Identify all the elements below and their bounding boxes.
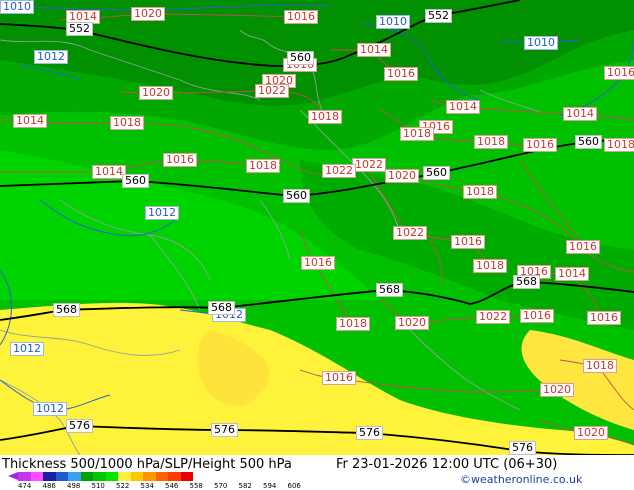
legend-swatch [43, 472, 56, 481]
slp-label: 1016 [520, 309, 554, 323]
slp-label: 1018 [110, 116, 144, 130]
height-label: 576 [211, 423, 238, 437]
slp-label: 1020 [139, 86, 173, 100]
height-label: 576 [509, 441, 536, 455]
legend-tick: 594 [263, 482, 277, 490]
slp-label: 1016 [301, 256, 335, 270]
slp-label: 1018 [336, 317, 370, 331]
legend-swatch [80, 472, 93, 481]
legend-swatch [155, 472, 168, 481]
credit-link[interactable]: ©weatheronline.co.uk [460, 473, 582, 486]
slp-label: 1016 [587, 311, 621, 325]
slp-label: 1016 [604, 66, 634, 80]
height-label: 552 [425, 9, 452, 23]
legend-tick: 582 [238, 482, 252, 490]
slp-label: 1018 [604, 138, 634, 152]
map-footer: Thickness 500/1000 hPa/SLP/Height 500 hP… [0, 455, 634, 490]
slp-label: 1018 [246, 159, 280, 173]
slp-label: 1018 [583, 359, 617, 373]
slp-label: 1018 [400, 127, 434, 141]
slp-label: 1022 [352, 158, 386, 172]
slp-label: 1014 [446, 100, 480, 114]
slp-label: 1018 [473, 259, 507, 273]
legend-tick: 498 [67, 482, 81, 490]
slp-label: 1016 [322, 371, 356, 385]
slp-label: 1012 [145, 206, 179, 220]
legend-tick: 558 [189, 482, 203, 490]
legend-swatch [180, 472, 193, 481]
height-label: 560 [283, 189, 310, 203]
slp-label: 1022 [322, 164, 356, 178]
slp-label: 1012 [10, 342, 44, 356]
slp-label: 1020 [574, 426, 608, 440]
map-title: Thickness 500/1000 hPa/SLP/Height 500 hP… [2, 457, 292, 472]
legend-swatch [143, 472, 156, 481]
height-label: 576 [356, 426, 383, 440]
legend-swatch [18, 472, 31, 481]
slp-label: 1022 [393, 226, 427, 240]
map-fields [0, 0, 634, 455]
slp-label: 1018 [463, 185, 497, 199]
slp-label: 1022 [476, 310, 510, 324]
slp-label: 1014 [563, 107, 597, 121]
height-label: 568 [208, 301, 235, 315]
slp-label: 1020 [385, 169, 419, 183]
legend-swatch [30, 472, 43, 481]
height-label: 560 [287, 51, 314, 65]
slp-label: 1010 [376, 15, 410, 29]
legend-tick: 486 [42, 482, 56, 490]
height-label: 560 [122, 174, 149, 188]
legend-tick: 510 [91, 482, 105, 490]
slp-label: 1016 [163, 153, 197, 167]
height-label: 560 [575, 135, 602, 149]
slp-label: 1010 [524, 36, 558, 50]
legend-swatch [118, 472, 131, 481]
slp-label: 1012 [33, 402, 67, 416]
slp-label: 1012 [34, 50, 68, 64]
thickness-map: 1010 1014 1020 1016 1010 1012 1010 1014 1016 1016… [0, 0, 634, 455]
legend-tick: 606 [287, 482, 301, 490]
height-label: 568 [53, 303, 80, 317]
slp-label: 1022 [255, 84, 289, 98]
height-label: 568 [376, 283, 403, 297]
legend-swatch [93, 472, 106, 481]
slp-label: 1020 [395, 316, 429, 330]
slp-label: 1016 [523, 138, 557, 152]
slp-label: 1020 [540, 383, 574, 397]
legend-swatch [55, 472, 68, 481]
slp-label: 1016 [384, 67, 418, 81]
slp-label: 1016 [284, 10, 318, 24]
slp-label: 1014 [357, 43, 391, 57]
legend-tick: 522 [116, 482, 130, 490]
height-label: 568 [513, 275, 540, 289]
height-label: 576 [66, 419, 93, 433]
slp-label: 1018 [474, 135, 508, 149]
legend-swatch [105, 472, 118, 481]
legend-tick: 534 [140, 482, 154, 490]
legend-swatch [68, 472, 81, 481]
slp-label: 1018 [308, 110, 342, 124]
slp-label: 1014 [92, 165, 126, 179]
thickness-legend [18, 472, 193, 481]
legend-tick: 570 [214, 482, 228, 490]
slp-label: 1020 [131, 7, 165, 21]
legend-tick: 546 [165, 482, 179, 490]
slp-label: 1014 [13, 114, 47, 128]
height-label: 552 [66, 22, 93, 36]
legend-arrow-icon [8, 472, 18, 480]
slp-label: 1016 [451, 235, 485, 249]
legend-tick: 474 [18, 482, 32, 490]
valid-datetime: Fr 23-01-2026 12:00 UTC (06+30) [336, 457, 558, 472]
slp-label: 1010 [0, 0, 34, 14]
height-label: 560 [423, 166, 450, 180]
slp-label: 1016 [566, 240, 600, 254]
legend-swatch [130, 472, 143, 481]
legend-swatch [168, 472, 181, 481]
slp-label: 1014 [555, 267, 589, 281]
